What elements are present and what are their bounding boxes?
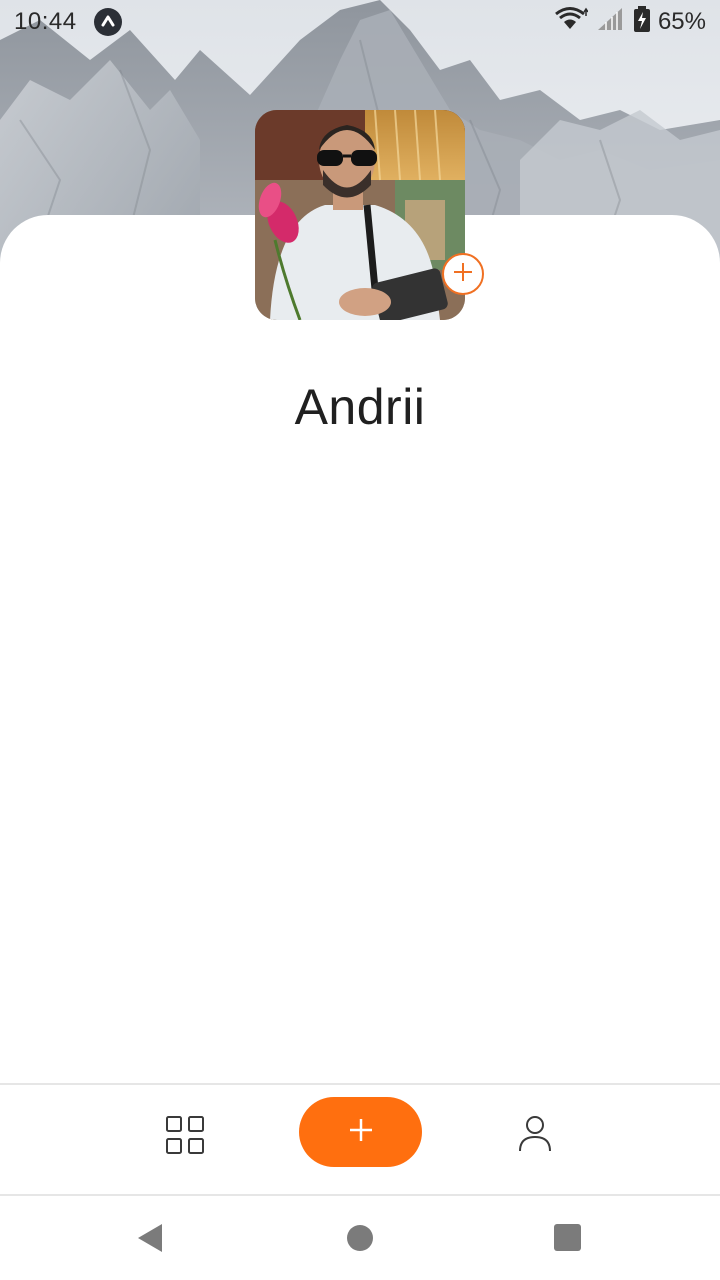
profile-name: Andrii — [294, 379, 426, 435]
status-bar: 10:44 65% — [0, 0, 720, 44]
system-navigation-bar — [0, 1196, 720, 1280]
app-notification-icon — [94, 8, 122, 36]
plus-circle-icon — [451, 260, 475, 289]
profile-avatar[interactable] — [255, 110, 465, 320]
battery-charging-icon — [633, 5, 650, 39]
signal-icon — [596, 6, 626, 39]
user-icon[interactable] — [514, 1113, 556, 1155]
bottom-navigation — [0, 1083, 720, 1196]
home-icon[interactable] — [347, 1225, 373, 1251]
grid-icon[interactable] — [165, 1115, 205, 1155]
status-icons: 65% — [554, 5, 706, 39]
add-button[interactable] — [299, 1097, 422, 1167]
profile-screen: 10:44 65% Andrii — [0, 0, 720, 1280]
profile-card — [0, 215, 720, 1085]
wifi-icon — [554, 6, 589, 39]
add-photo-button[interactable] — [442, 253, 484, 295]
back-icon[interactable] — [136, 1222, 164, 1259]
status-time: 10:44 — [14, 8, 77, 35]
plus-icon — [347, 1116, 375, 1149]
recents-icon[interactable] — [554, 1224, 581, 1251]
battery-percentage: 65% — [657, 8, 706, 35]
